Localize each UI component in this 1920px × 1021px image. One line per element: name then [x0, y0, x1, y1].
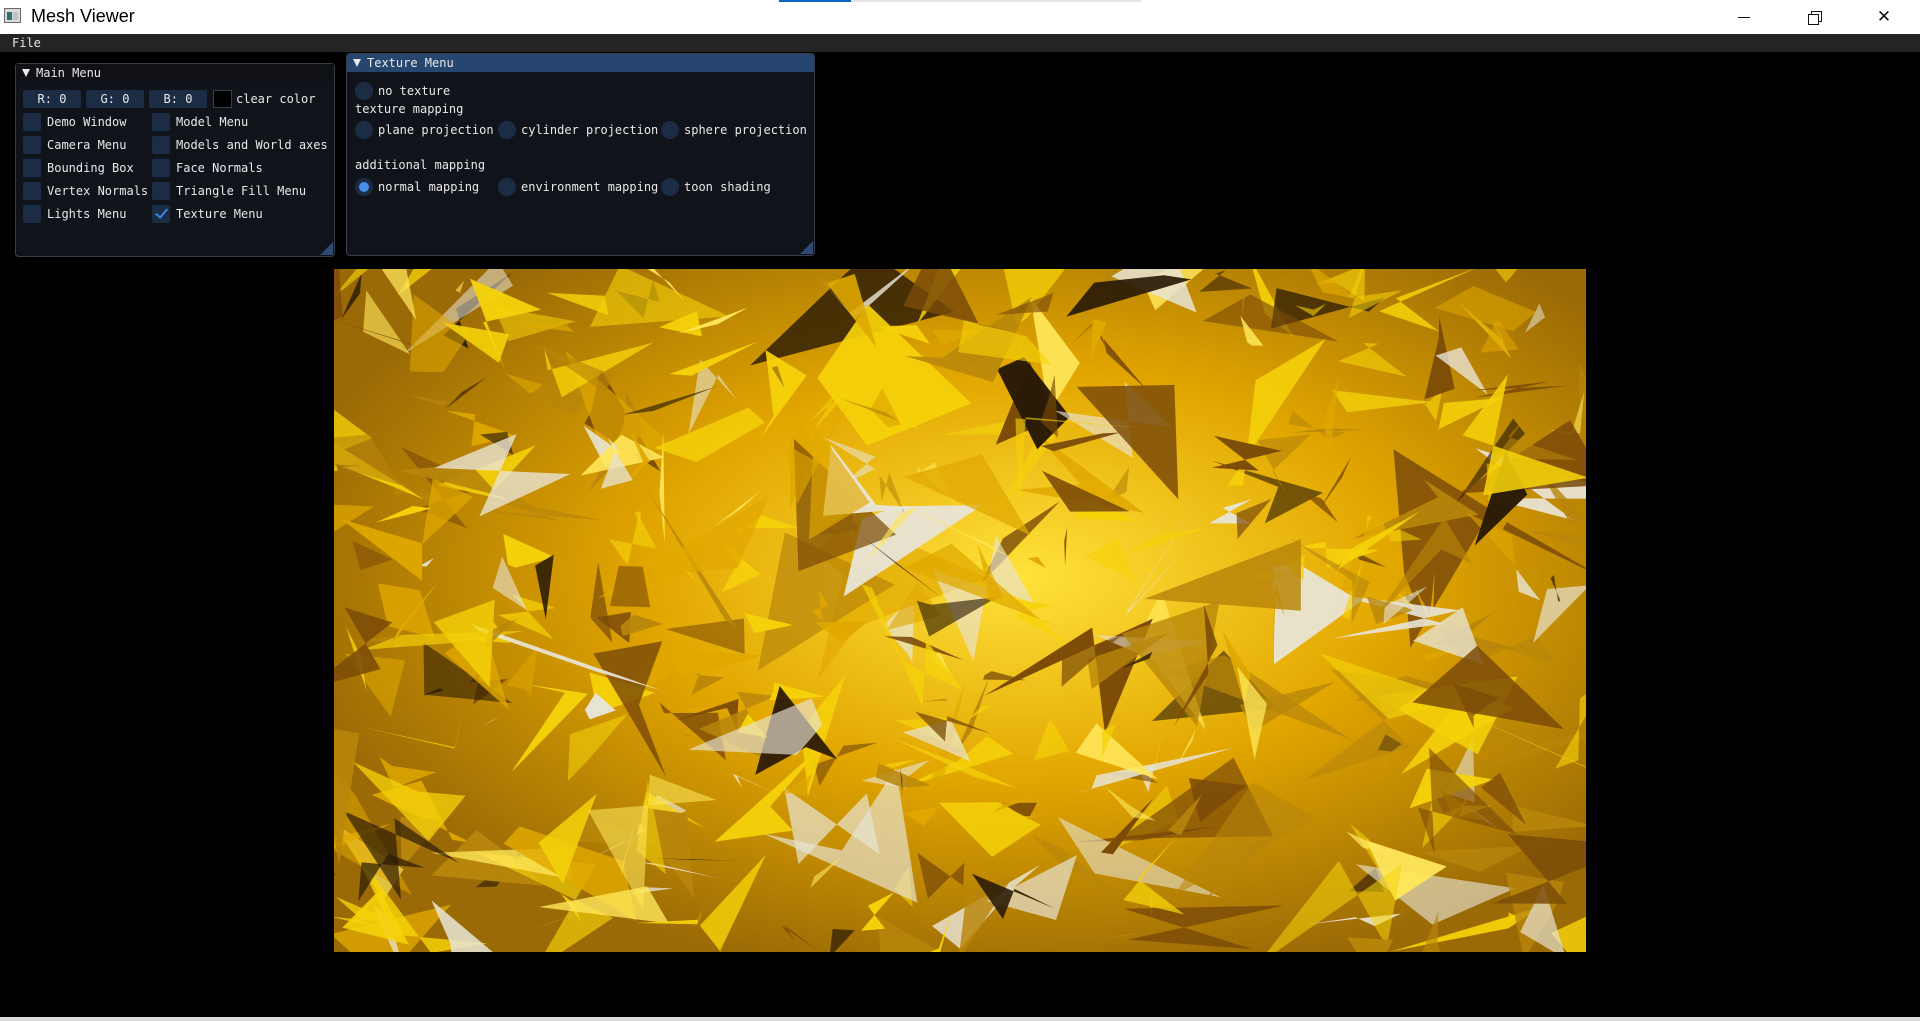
- main-menu-title-bar[interactable]: Main Menu: [16, 64, 334, 82]
- bottom-edge: [0, 1017, 1920, 1021]
- checkbox-label: Bounding Box: [47, 161, 134, 175]
- window-title-bar: Mesh Viewer ✕: [0, 0, 1920, 34]
- main-menu-window: Main Menu R: 0 G: 0 B: 0 clear color Dem…: [15, 63, 335, 257]
- checkbox-box[interactable]: [152, 136, 170, 154]
- clear-color-r-field[interactable]: R: 0: [23, 90, 81, 108]
- checkbox-demo-window[interactable]: Demo Window: [23, 113, 126, 131]
- clear-color-b-field[interactable]: B: 0: [149, 90, 207, 108]
- texture-menu-title: Texture Menu: [367, 56, 454, 70]
- texture-mapping-label: texture mapping: [355, 102, 464, 116]
- checkbox-label: Model Menu: [176, 115, 249, 129]
- checkbox-box[interactable]: [23, 159, 41, 177]
- checkbox-label: Models and World axes: [176, 138, 328, 152]
- radio-environment-mapping[interactable]: environment mapping: [498, 178, 658, 196]
- checkbox-box[interactable]: [23, 113, 41, 131]
- radio-cylinder-projection[interactable]: cylinder projection: [498, 121, 658, 139]
- checkbox-lights-menu[interactable]: Lights Menu: [23, 205, 126, 223]
- radio-button[interactable]: [498, 178, 516, 196]
- radio-button[interactable]: [661, 178, 679, 196]
- window-title: Mesh Viewer: [31, 6, 135, 26]
- render-viewport[interactable]: [334, 269, 1586, 952]
- menu-file[interactable]: File: [12, 34, 41, 52]
- texture-menu-title-bar[interactable]: Texture Menu: [347, 54, 814, 72]
- collapse-arrow-icon[interactable]: [353, 59, 361, 67]
- radio-sphere-projection[interactable]: sphere projection: [661, 121, 807, 139]
- close-icon: ✕: [1876, 7, 1892, 26]
- checkbox-camera-menu[interactable]: Camera Menu: [23, 136, 126, 154]
- radio-normal-mapping[interactable]: normal mapping: [355, 178, 479, 196]
- app-icon: [4, 8, 21, 23]
- clear-color-swatch[interactable]: [213, 90, 232, 108]
- checkbox-box[interactable]: [152, 182, 170, 200]
- checkbox-face-normals[interactable]: Face Normals: [152, 159, 263, 177]
- radio-button[interactable]: [355, 82, 373, 100]
- checkbox-label: Lights Menu: [47, 207, 127, 221]
- radio-label: toon shading: [684, 180, 771, 194]
- minimize-button[interactable]: [1709, 0, 1779, 34]
- checkbox-triangle-fill-menu[interactable]: Triangle Fill Menu: [152, 182, 306, 200]
- clear-color-g-field[interactable]: G: 0: [86, 90, 144, 108]
- radio-label: normal mapping: [378, 180, 480, 194]
- minimize-icon: [1738, 16, 1750, 18]
- checkbox-box[interactable]: [23, 205, 41, 223]
- radio-label: no texture: [378, 84, 451, 98]
- texture-menu-window: Texture Menu no texture texture mapping …: [346, 53, 815, 256]
- checkbox-label: Texture Menu: [176, 207, 263, 221]
- additional-mapping-label: additional mapping: [355, 158, 486, 172]
- radio-plane-projection[interactable]: plane projection: [355, 121, 494, 139]
- radio-label: environment mapping: [521, 180, 659, 194]
- close-button[interactable]: ✕: [1849, 0, 1919, 34]
- resize-grip[interactable]: [320, 242, 333, 255]
- radio-label: sphere projection: [684, 123, 807, 137]
- checkbox-models-world-axes[interactable]: Models and World axes: [152, 136, 328, 154]
- checkbox-label: Demo Window: [47, 115, 127, 129]
- radio-button[interactable]: [355, 121, 373, 139]
- checkbox-label: Triangle Fill Menu: [176, 184, 307, 198]
- radio-no-texture[interactable]: no texture: [355, 82, 450, 100]
- checkbox-bounding-box[interactable]: Bounding Box: [23, 159, 134, 177]
- restore-icon: [1807, 10, 1822, 25]
- clear-color-label: clear color: [236, 92, 316, 106]
- checkbox-box[interactable]: [23, 182, 41, 200]
- checkbox-label: Vertex Normals: [47, 184, 149, 198]
- radio-toon-shading[interactable]: toon shading: [661, 178, 771, 196]
- main-menu-title: Main Menu: [36, 66, 102, 80]
- resize-grip[interactable]: [800, 241, 813, 254]
- main-menu-bar: File: [0, 34, 1920, 52]
- textured-mesh-render: [334, 269, 1586, 952]
- checkbox-label: Camera Menu: [47, 138, 127, 152]
- checkbox-texture-menu[interactable]: Texture Menu: [152, 205, 263, 223]
- checkbox-vertex-normals[interactable]: Vertex Normals: [23, 182, 148, 200]
- radio-button-selected[interactable]: [355, 178, 373, 196]
- checkbox-model-menu[interactable]: Model Menu: [152, 113, 248, 131]
- checkbox-label: Face Normals: [176, 161, 263, 175]
- checkbox-box[interactable]: [152, 159, 170, 177]
- radio-label: cylinder projection: [521, 123, 659, 137]
- radio-button[interactable]: [661, 121, 679, 139]
- checkbox-box[interactable]: [23, 136, 41, 154]
- title-accent-bar: [779, 0, 851, 2]
- radio-label: plane projection: [378, 123, 494, 137]
- collapse-arrow-icon[interactable]: [22, 69, 30, 77]
- title-divider: [851, 0, 1141, 2]
- restore-button[interactable]: [1779, 0, 1849, 34]
- check-icon[interactable]: [152, 205, 170, 223]
- radio-button[interactable]: [498, 121, 516, 139]
- checkbox-box[interactable]: [152, 113, 170, 131]
